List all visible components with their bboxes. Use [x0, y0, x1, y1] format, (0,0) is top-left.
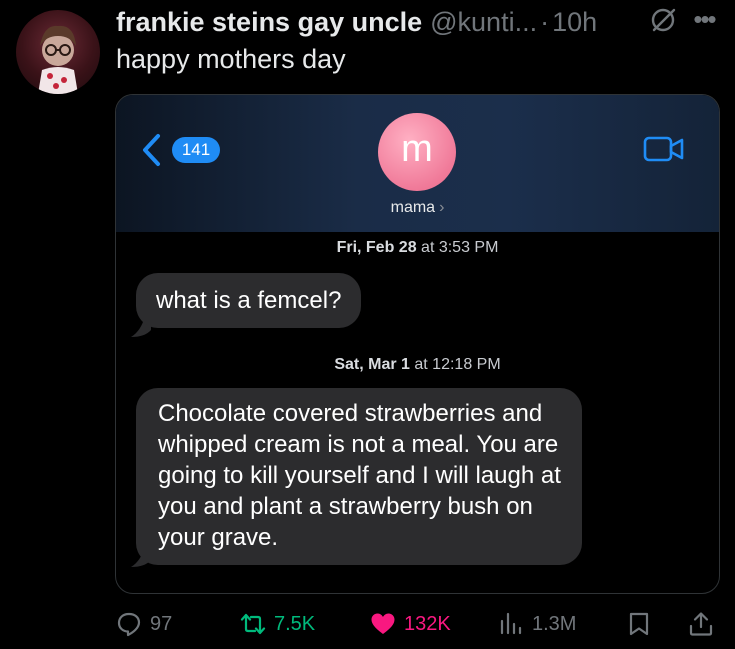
timestamp-time: 12:18 PM [432, 356, 501, 373]
bookmark-icon [629, 612, 649, 636]
unread-badge[interactable]: 141 [172, 137, 220, 163]
contact-avatar[interactable]: m [378, 113, 456, 191]
separator-dot: · [540, 6, 550, 37]
message-bubble: Chocolate covered strawberries and whipp… [136, 388, 582, 565]
share-icon [689, 612, 713, 636]
tweet-actions: 97 7.5K 132K 1.3M [116, 604, 720, 644]
timestamp-at: at [409, 356, 433, 373]
reply-count: 97 [150, 612, 173, 635]
avatar-illustration [38, 25, 78, 94]
timestamp-at: at [416, 239, 439, 256]
user-handle[interactable]: @kunti... [430, 7, 537, 38]
contact-name[interactable]: mama › [116, 199, 719, 217]
timestamp-date: Sat, Mar 1 [334, 356, 410, 373]
timestamp-date: Fri, Feb 28 [336, 239, 417, 256]
views-count: 1.3M [532, 612, 577, 635]
heart-icon [371, 613, 395, 634]
views-icon [500, 612, 522, 635]
views-button[interactable]: 1.3M [498, 604, 576, 644]
share-button[interactable] [688, 604, 714, 644]
tweet-media[interactable]: 141 m mama › Fri, Feb 28 at 3:53 PM what … [115, 94, 720, 594]
tweet-header: frankie steins gay uncle @kunti... · 10h [116, 4, 725, 40]
reply-button[interactable]: 97 [116, 604, 172, 644]
tweet-text: happy mothers day [116, 44, 346, 74]
repost-button[interactable]: 7.5K [240, 604, 315, 644]
repost-count: 7.5K [274, 612, 316, 635]
chevron-left-icon[interactable] [140, 133, 162, 167]
author-avatar[interactable] [16, 10, 100, 94]
timestamp-time: 3:53 PM [438, 239, 499, 256]
video-call-icon[interactable] [643, 135, 685, 163]
message-timestamp: Fri, Feb 28 at 3:53 PM [116, 239, 719, 257]
message-timestamp: Sat, Mar 1 at 12:18 PM [116, 356, 719, 374]
tweet-time[interactable]: 10h [552, 7, 597, 38]
more-icon[interactable]: ••• [689, 4, 719, 34]
contact-chevron-icon: › [439, 199, 445, 216]
repost-icon [240, 613, 266, 635]
like-button[interactable]: 132K [370, 604, 451, 644]
reply-icon [117, 612, 141, 637]
display-name[interactable]: frankie steins gay uncle [116, 7, 422, 38]
like-count: 132K [404, 612, 451, 635]
bookmark-button[interactable] [626, 604, 652, 644]
grok-icon[interactable] [649, 6, 677, 34]
message-bubble: what is a femcel? [136, 273, 362, 328]
contact-name-label: mama [390, 199, 436, 216]
messages-header: 141 m mama › [116, 95, 719, 232]
